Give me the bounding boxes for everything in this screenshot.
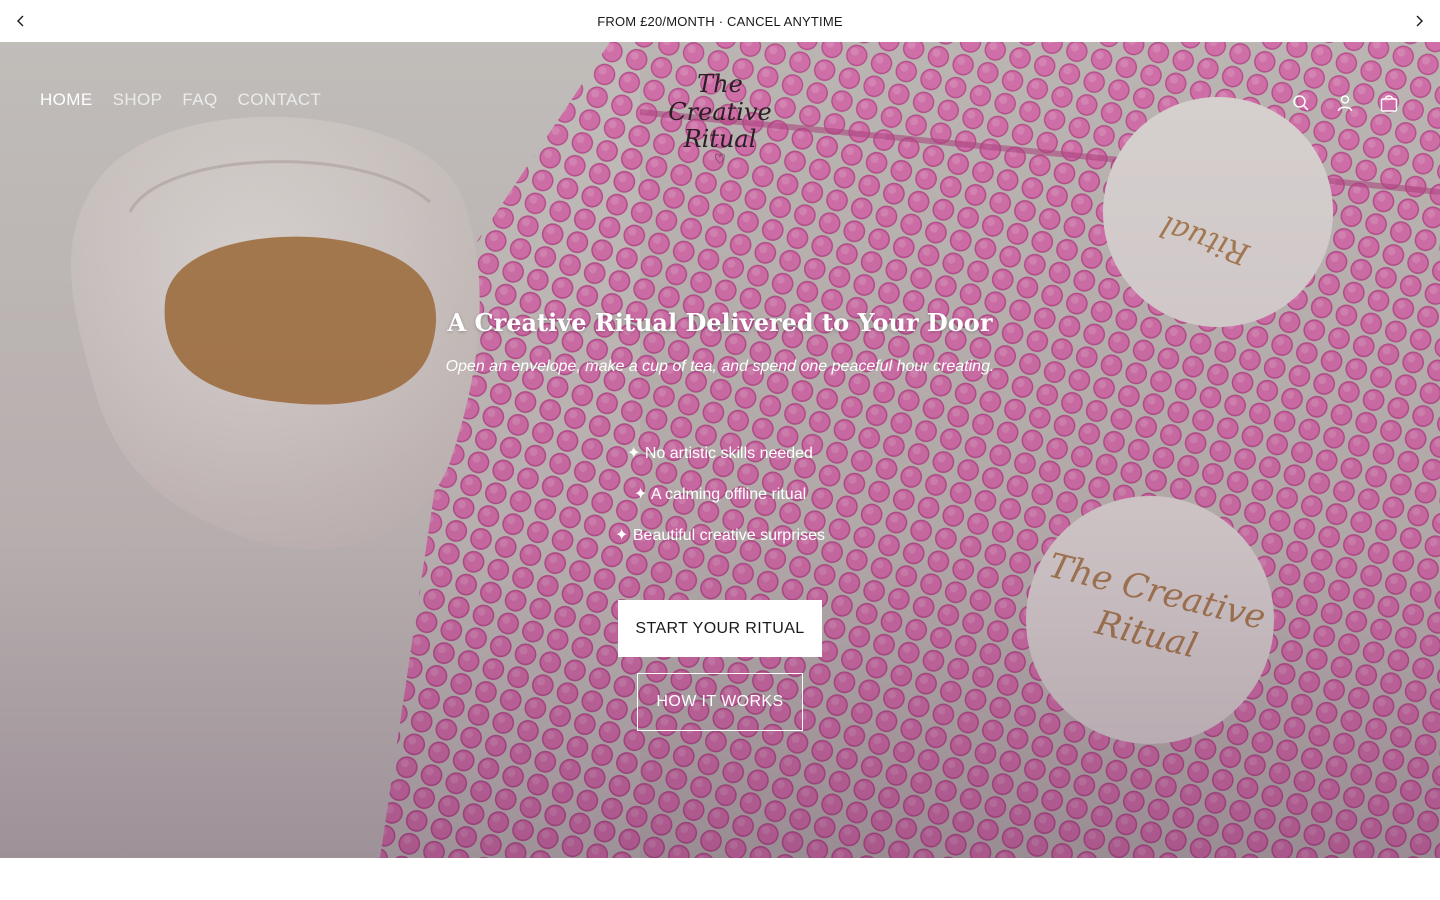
logo-line-1: The Creative: [668, 70, 772, 126]
chevron-right-icon[interactable]: [1408, 10, 1430, 32]
cart-icon[interactable]: [1378, 92, 1400, 114]
brand-logo[interactable]: The Creative Ritual ♡: [650, 70, 790, 166]
search-icon[interactable]: [1290, 92, 1312, 114]
nav-faq[interactable]: FAQ: [182, 90, 217, 110]
nav-contact[interactable]: CONTACT: [238, 90, 322, 110]
hero-subtitle: Open an envelope, make a cup of tea, and…: [445, 358, 995, 375]
feature-list: ✦ No artistic skills needed ✦ A calming …: [0, 443, 1440, 566]
logo-line-2: Ritual: [683, 125, 757, 153]
announcement-bar: FROM £20/MONTH · CANCEL ANYTIME: [0, 0, 1440, 42]
chevron-left-icon[interactable]: [10, 10, 32, 32]
how-it-works-button[interactable]: HOW IT WORKS: [637, 673, 803, 731]
nav-home[interactable]: HOME: [40, 90, 93, 110]
feature-item: ✦ Beautiful creative surprises: [615, 527, 825, 544]
start-ritual-button[interactable]: START YOUR RITUAL: [618, 600, 822, 657]
header-actions: [1290, 92, 1400, 114]
account-icon[interactable]: [1334, 92, 1356, 114]
feature-item: ✦ No artistic skills needed: [627, 445, 813, 462]
announcement-text: FROM £20/MONTH · CANCEL ANYTIME: [597, 13, 843, 29]
hero-section: The Creative Ritual Ritual HOME SHOP FAQ…: [0, 42, 1440, 858]
hero-title: A Creative Ritual Delivered to Your Door: [447, 308, 993, 337]
main-nav: HOME SHOP FAQ CONTACT: [40, 90, 321, 110]
heart-icon: ♡: [713, 151, 727, 167]
nav-shop[interactable]: SHOP: [113, 90, 163, 110]
feature-item: ✦ A calming offline ritual: [633, 486, 807, 503]
